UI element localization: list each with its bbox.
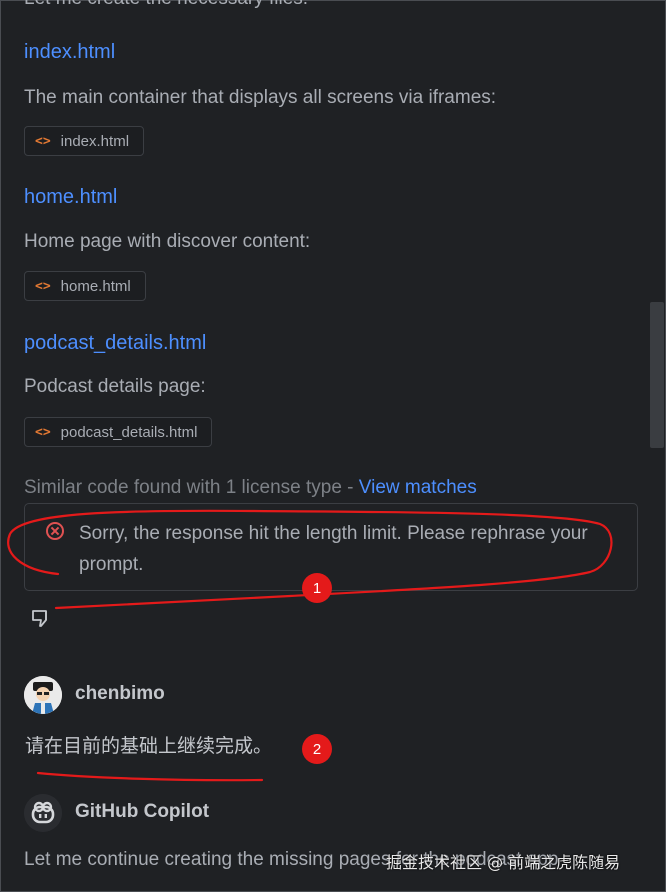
annotation-badge-2: 2 <box>302 734 332 764</box>
error-icon <box>46 522 64 540</box>
file-description: Podcast details page: <box>24 376 206 397</box>
similar-code-text: Similar code found with 1 license type - <box>24 477 359 498</box>
file-description: The main container that displays all scr… <box>24 87 497 108</box>
code-icon: <> <box>35 424 51 440</box>
file-chip-label: podcast_details.html <box>60 423 198 441</box>
file-chip-label: index.html <box>60 132 130 150</box>
thumbs-down-icon[interactable] <box>30 606 54 630</box>
similar-code-notice: Similar code found with 1 license type -… <box>24 477 477 499</box>
file-link-home[interactable]: home.html <box>24 186 117 209</box>
file-chip-home[interactable]: <> home.html <box>24 271 146 301</box>
file-description: Home page with discover content: <box>24 231 311 252</box>
user-message: 请在目前的基础上继续完成。 <box>25 735 273 757</box>
view-matches-link[interactable]: View matches <box>359 477 477 498</box>
username: chenbimo <box>75 683 165 704</box>
file-chip-index[interactable]: <> index.html <box>24 126 145 156</box>
annotation-badge-1: 1 <box>302 573 332 603</box>
error-message: Sorry, the response hit the length limit… <box>79 523 588 575</box>
watermark: 掘金技术社区 @ 前端之虎陈随易 <box>386 853 621 872</box>
file-link-podcast-details[interactable]: podcast_details.html <box>24 332 206 355</box>
file-link-index[interactable]: index.html <box>24 41 115 64</box>
copilot-name: GitHub Copilot <box>75 801 210 822</box>
code-icon: <> <box>35 278 51 294</box>
code-icon: <> <box>35 133 51 149</box>
copilot-icon <box>24 794 62 832</box>
avatar[interactable] <box>24 676 62 714</box>
file-chip-label: home.html <box>60 277 131 295</box>
scrollbar-thumb[interactable] <box>650 302 664 448</box>
file-chip-podcast-details[interactable]: <> podcast_details.html <box>24 417 213 447</box>
partial-text: Let me create the necessary files: <box>24 0 308 10</box>
